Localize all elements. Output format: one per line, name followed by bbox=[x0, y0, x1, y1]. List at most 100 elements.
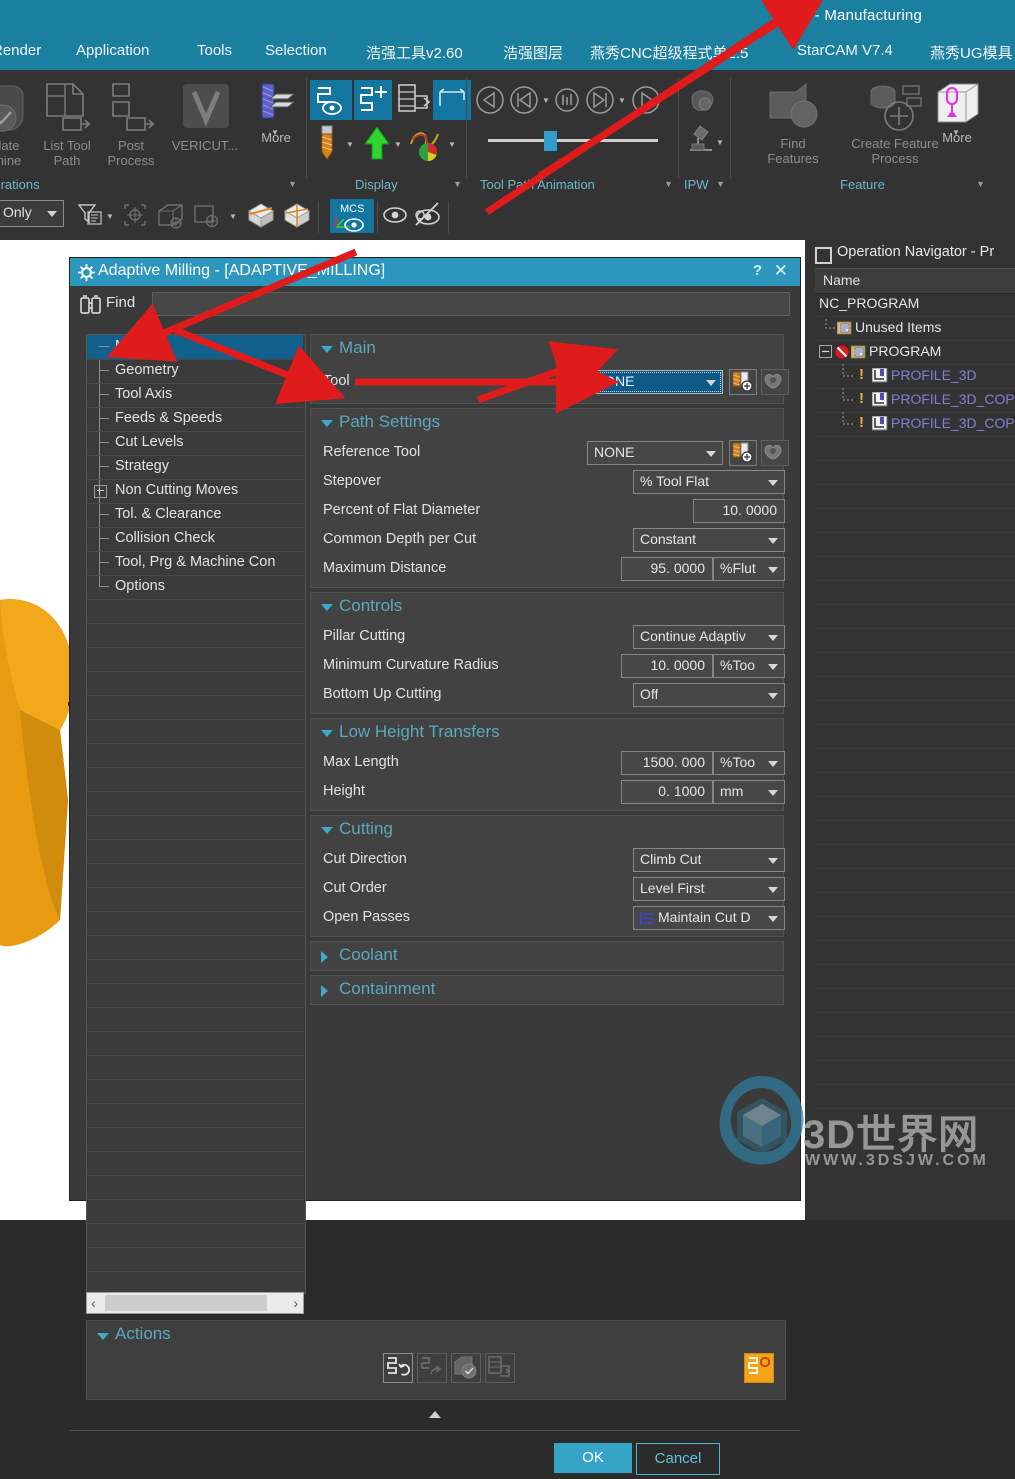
menu-item-yanxiu-ug[interactable]: 燕秀UG模具 bbox=[930, 42, 1013, 63]
ribbon-icon-step-forward[interactable] bbox=[584, 84, 616, 119]
ribbon-icon-play[interactable] bbox=[630, 84, 662, 119]
table-row-empty[interactable] bbox=[815, 868, 1015, 893]
tree-item-tol-and-clearance[interactable]: Tol. & Clearance bbox=[87, 503, 303, 528]
pillar-cutting-combo[interactable]: Continue Adaptiv bbox=[633, 625, 785, 649]
ribbon-icon-toolpath-points[interactable] bbox=[354, 80, 392, 123]
menu-item-render[interactable]: Render bbox=[0, 42, 41, 59]
ribbon-icon-step-back[interactable] bbox=[474, 84, 506, 119]
ribbon-group-expander-icon[interactable]: ▼ bbox=[288, 179, 297, 189]
table-row-empty[interactable] bbox=[815, 988, 1015, 1013]
generate-toolpath-button[interactable] bbox=[383, 1353, 413, 1383]
table-row[interactable]: ! PROFILE_3D_COPY bbox=[815, 412, 1015, 437]
chevron-down-icon[interactable]: ▼ bbox=[952, 128, 960, 137]
toolbar-icon-hide[interactable] bbox=[412, 201, 442, 232]
table-row-empty[interactable] bbox=[815, 604, 1015, 629]
toolbar-icon-select-solid[interactable] bbox=[154, 201, 188, 234]
common-depth-per-cut-combo[interactable]: Constant bbox=[633, 528, 785, 552]
chevron-down-icon[interactable]: ▼ bbox=[448, 140, 456, 149]
table-row-empty[interactable] bbox=[815, 436, 1015, 461]
table-row[interactable]: ! PROFILE_3D_COPY bbox=[815, 388, 1015, 413]
chevron-down-icon[interactable] bbox=[768, 693, 778, 699]
chevron-down-icon[interactable] bbox=[768, 858, 778, 864]
chevron-down-icon[interactable]: ▼ bbox=[271, 128, 279, 137]
height-input[interactable]: 0. 1000 bbox=[621, 780, 713, 804]
table-row-empty[interactable] bbox=[815, 628, 1015, 653]
ribbon-icon-toolpath-list[interactable] bbox=[394, 80, 432, 123]
chevron-down-icon[interactable] bbox=[768, 664, 778, 670]
column-header-name[interactable]: Name bbox=[815, 268, 1015, 294]
chevron-down-icon[interactable]: ▼ bbox=[346, 140, 354, 149]
edit-reference-tool-button[interactable] bbox=[761, 440, 789, 466]
tree-item-cut-levels[interactable]: Cut Levels bbox=[87, 431, 303, 456]
table-row-empty[interactable] bbox=[815, 1036, 1015, 1061]
ribbon-icon-display-toolpath[interactable] bbox=[310, 80, 352, 123]
chevron-down-icon[interactable]: ▼ bbox=[229, 212, 237, 221]
collapse-triangle-icon[interactable] bbox=[321, 730, 333, 737]
cancel-button[interactable]: Cancel bbox=[636, 1443, 720, 1475]
tree-item-main[interactable]: Main bbox=[87, 335, 303, 360]
chevron-down-icon[interactable]: ▼ bbox=[106, 212, 114, 221]
reference-tool-combo[interactable]: NONE bbox=[587, 441, 723, 465]
tree-item-strategy[interactable]: Strategy bbox=[87, 455, 303, 480]
chevron-down-icon[interactable] bbox=[706, 380, 716, 386]
table-row[interactable]: NC_PROGRAM bbox=[815, 292, 1015, 317]
chevron-down-icon[interactable]: ▼ bbox=[394, 140, 402, 149]
section-header-controls[interactable]: Controls bbox=[311, 593, 783, 623]
table-row-empty[interactable] bbox=[815, 724, 1015, 749]
collapse-triangle-icon[interactable] bbox=[321, 604, 333, 611]
toolbar-icon-filter-list[interactable] bbox=[76, 201, 104, 234]
scrollbar-thumb[interactable] bbox=[105, 1295, 267, 1311]
max-length-unit-combo[interactable]: %Too bbox=[713, 751, 785, 775]
menu-item-selection[interactable]: Selection bbox=[265, 42, 327, 59]
chevron-down-icon[interactable] bbox=[768, 635, 778, 641]
chevron-down-icon[interactable] bbox=[706, 451, 716, 457]
menu-item-haoqiang-layers[interactable]: 浩强图层 bbox=[503, 42, 563, 63]
ribbon-button-more-operations[interactable]: More ▼ bbox=[245, 80, 307, 145]
chevron-down-icon[interactable] bbox=[768, 761, 778, 767]
menu-item-haoqiang-tools[interactable]: 浩强工具v2.60 bbox=[366, 42, 463, 63]
section-header-main[interactable]: Main bbox=[311, 335, 783, 365]
table-row-empty[interactable] bbox=[815, 508, 1015, 533]
section-header-path-settings[interactable]: Path Settings bbox=[311, 409, 783, 439]
ribbon-group-expander-icon[interactable]: ▼ bbox=[716, 179, 725, 189]
ribbon-group-expander-icon[interactable]: ▼ bbox=[976, 179, 985, 189]
section-header-cutting[interactable]: Cutting bbox=[311, 816, 783, 846]
height-unit-combo[interactable]: mm bbox=[713, 780, 785, 804]
table-row-empty[interactable] bbox=[815, 1084, 1015, 1109]
toolbar-icon-mcs-display[interactable]: MCS bbox=[330, 199, 374, 236]
ribbon-button-find-features[interactable]: Find Features bbox=[748, 80, 838, 166]
menu-item-tools[interactable]: Tools bbox=[197, 42, 232, 59]
ribbon-icon-vector-up[interactable] bbox=[362, 124, 392, 167]
max-length-input[interactable]: 1500. 000 bbox=[621, 751, 713, 775]
ribbon-icon-ipw-machine[interactable] bbox=[686, 124, 716, 159]
replay-toolpath-button[interactable] bbox=[417, 1353, 447, 1383]
maximum-distance-unit-combo[interactable]: %Flut bbox=[713, 557, 785, 581]
toolbar-icon-select-point[interactable] bbox=[120, 201, 150, 234]
ribbon-group-expander-icon[interactable]: ▼ bbox=[664, 179, 673, 189]
ribbon-icon-ipw[interactable] bbox=[686, 84, 722, 121]
chevron-down-icon[interactable] bbox=[768, 538, 778, 544]
edit-tool-button[interactable] bbox=[761, 369, 789, 395]
table-row-empty[interactable] bbox=[815, 748, 1015, 773]
panel-checkbox-icon[interactable] bbox=[815, 247, 832, 264]
ribbon-button-post-process[interactable]: Post Process bbox=[100, 80, 162, 168]
collapse-triangle-icon[interactable] bbox=[321, 346, 333, 353]
table-row-empty[interactable] bbox=[815, 1060, 1015, 1085]
verify-toolpath-button[interactable] bbox=[451, 1353, 481, 1383]
ribbon-icon-rewind[interactable] bbox=[508, 84, 540, 119]
table-row[interactable]: Unused Items bbox=[815, 316, 1015, 341]
new-reference-tool-button[interactable] bbox=[729, 440, 757, 466]
table-row[interactable]: PROGRAM bbox=[815, 340, 1015, 365]
minimum-curvature-radius-input[interactable]: 10. 0000 bbox=[621, 654, 713, 678]
tree-item-tool-axis[interactable]: Tool Axis bbox=[87, 383, 303, 408]
ok-button[interactable]: OK bbox=[554, 1443, 632, 1473]
ribbon-button-vericut[interactable]: VERICUT... bbox=[166, 80, 244, 153]
collapse-minus-icon[interactable] bbox=[819, 345, 833, 359]
tree-item-feeds-and-speeds[interactable]: Feeds & Speeds bbox=[87, 407, 303, 432]
open-passes-combo[interactable]: Maintain Cut D bbox=[633, 906, 785, 930]
ribbon-button-more-feature[interactable]: More ▼ bbox=[926, 80, 988, 145]
percent-of-flat-diameter-input[interactable]: 10. 0000 bbox=[693, 499, 785, 523]
table-row-empty[interactable] bbox=[815, 892, 1015, 917]
table-row-empty[interactable] bbox=[815, 556, 1015, 581]
table-row-empty[interactable] bbox=[815, 796, 1015, 821]
